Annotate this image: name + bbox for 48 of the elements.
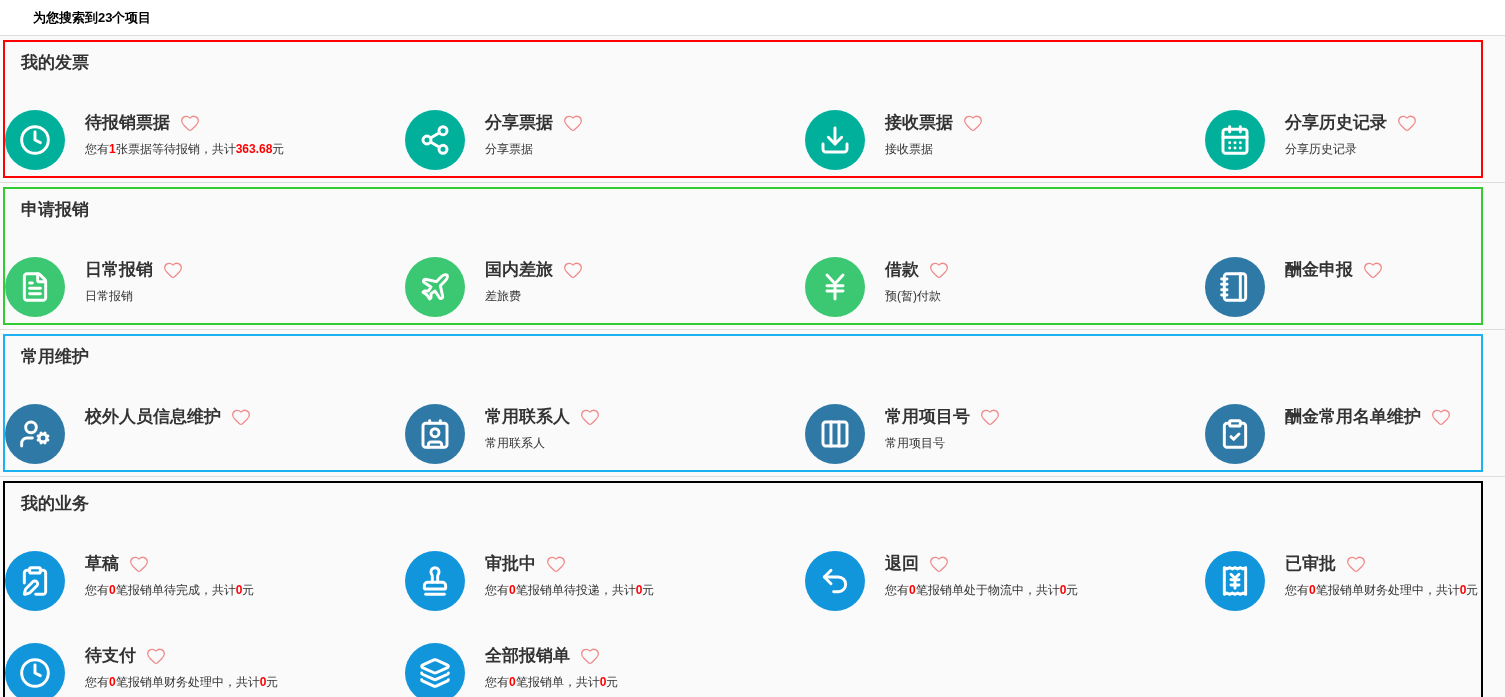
calendar-icon bbox=[1219, 124, 1251, 156]
item-title[interactable]: 分享历史记录 bbox=[1285, 110, 1387, 136]
item-description: 您有0笔报销单待完成，共计0元 bbox=[85, 581, 255, 599]
layers-icon bbox=[419, 657, 451, 689]
item-description: 差旅费 bbox=[485, 287, 522, 305]
plane-icon bbox=[419, 271, 451, 303]
item-title[interactable]: 日常报销 bbox=[85, 257, 153, 283]
item-title[interactable]: 退回 bbox=[885, 551, 919, 577]
columns-icon bbox=[819, 418, 851, 450]
search-result-count: 为您搜索到23个项目 bbox=[33, 8, 152, 27]
item-description: 您有0笔报销单财务处理中，共计0元 bbox=[85, 673, 279, 691]
item-title[interactable]: 借款 bbox=[885, 257, 919, 283]
item-description: 日常报销 bbox=[85, 287, 134, 305]
item-title[interactable]: 分享票据 bbox=[485, 110, 553, 136]
item-title[interactable]: 待支付 bbox=[85, 643, 136, 669]
item-description: 您有0笔报销单待投递，共计0元 bbox=[485, 581, 655, 599]
section-title: 申请报销 bbox=[21, 200, 89, 219]
item-title[interactable]: 常用项目号 bbox=[885, 404, 970, 430]
item-title[interactable]: 全部报销单 bbox=[485, 643, 570, 669]
item-title[interactable]: 酬金申报 bbox=[1285, 257, 1353, 283]
section-title: 我的业务 bbox=[21, 494, 89, 513]
item-title[interactable]: 审批中 bbox=[485, 551, 536, 577]
contact-card-icon bbox=[419, 418, 451, 450]
item-description: 您有0笔报销单处于物流中，共计0元 bbox=[885, 581, 1079, 599]
item-title[interactable]: 待报销票据 bbox=[85, 110, 170, 136]
item-title[interactable]: 接收票据 bbox=[885, 110, 953, 136]
item-description: 分享票据 bbox=[485, 140, 534, 158]
item-title[interactable]: 草稿 bbox=[85, 551, 119, 577]
section-title: 我的发票 bbox=[21, 53, 89, 72]
item-description: 预(暂)付款 bbox=[885, 287, 942, 305]
section-title: 常用维护 bbox=[21, 347, 89, 366]
share-icon bbox=[419, 124, 451, 156]
item-title[interactable]: 国内差旅 bbox=[485, 257, 553, 283]
item-description: 您有0笔报销单财务处理中，共计0元 bbox=[1285, 581, 1479, 599]
download-icon bbox=[819, 124, 851, 156]
item-description: 常用联系人 bbox=[485, 434, 546, 452]
item-title[interactable]: 已审批 bbox=[1285, 551, 1336, 577]
item-description: 接收票据 bbox=[885, 140, 934, 158]
item-description: 分享历史记录 bbox=[1285, 140, 1358, 158]
item-title[interactable]: 校外人员信息维护 bbox=[85, 404, 221, 430]
item-description: 您有1张票据等待报销，共计363.68元 bbox=[85, 140, 285, 158]
item-description: 您有0笔报销单，共计0元 bbox=[485, 673, 619, 691]
item-title[interactable]: 酬金常用名单维护 bbox=[1285, 404, 1421, 430]
clock-icon bbox=[19, 657, 51, 689]
user-gear-icon bbox=[19, 418, 51, 450]
item-title[interactable]: 常用联系人 bbox=[485, 404, 570, 430]
clock-icon bbox=[19, 124, 51, 156]
item-description: 常用项目号 bbox=[885, 434, 946, 452]
